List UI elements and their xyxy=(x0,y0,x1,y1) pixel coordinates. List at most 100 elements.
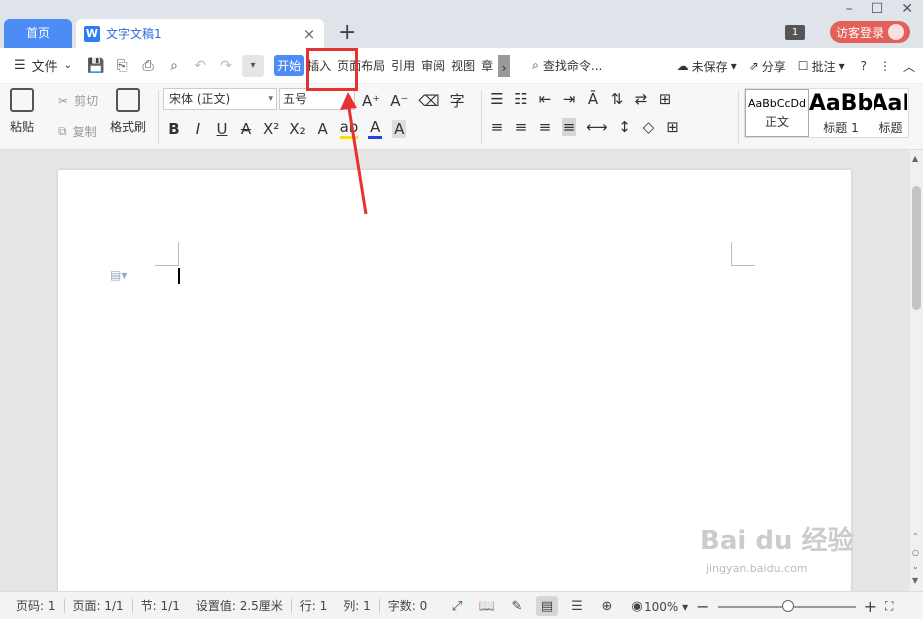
decrease-indent-icon[interactable]: ⇤ xyxy=(538,90,552,108)
zoom-out-icon[interactable]: − xyxy=(696,597,709,616)
distribute-icon[interactable]: ⟷ xyxy=(586,118,608,136)
style-sample: AaBb xyxy=(808,90,874,116)
page-count[interactable]: 页面: 1/1 xyxy=(65,597,132,614)
quick-access-toolbar: 💾 ⎘ ⎙ ⌕ ↶ ↷ ▾ xyxy=(86,54,265,77)
more-options-icon[interactable]: ⋮ xyxy=(879,59,891,73)
print-preview-icon[interactable]: ⌕ xyxy=(164,56,184,76)
print-icon[interactable]: ⎙ xyxy=(138,56,158,76)
maximize-icon[interactable]: ☐ xyxy=(871,0,884,18)
margin-marker xyxy=(731,242,755,266)
guest-login-button[interactable]: 访客登录 xyxy=(830,21,910,43)
scroll-up-icon[interactable]: ▲ xyxy=(912,154,918,163)
tab-chapter[interactable]: 章 xyxy=(478,55,496,76)
zoom-slider-knob[interactable] xyxy=(781,599,794,612)
superscript-icon[interactable]: X² xyxy=(263,120,279,138)
bullet-list-icon[interactable]: ☰ xyxy=(490,90,504,108)
justify-icon[interactable]: ≡ xyxy=(562,118,576,136)
cut-button[interactable]: ✂ 剪切 xyxy=(58,92,98,109)
align-right-icon[interactable]: ≡ xyxy=(538,118,552,136)
line-break-icon[interactable]: ⇄ xyxy=(634,90,648,108)
tab-home-ribbon[interactable]: 开始 xyxy=(274,55,305,76)
paste-button[interactable]: 粘贴 xyxy=(10,88,34,135)
right-menu: ☁ 未保存 ▾ ⇗ 分享 ☐ 批注 ▾ ? ⋮ ︿ xyxy=(677,48,915,84)
numbered-list-icon[interactable]: ☷ xyxy=(514,90,528,108)
comment-label: 批注 xyxy=(811,59,836,74)
collapse-ribbon-icon[interactable]: ︿ xyxy=(903,58,915,75)
unsaved-status[interactable]: ☁ 未保存 ▾ xyxy=(677,58,737,75)
tab-view[interactable]: 视图 xyxy=(448,55,478,76)
section-count[interactable]: 节: 1/1 xyxy=(133,597,188,614)
paragraph-menu-icon[interactable]: ▤▾ xyxy=(110,268,127,282)
scroll-thumb[interactable] xyxy=(912,186,921,310)
sort-icon[interactable]: ⇅ xyxy=(610,90,624,108)
paragraph-tools-top: ☰ ☷ ⇤ ⇥ Ā ⇅ ⇄ ⊞ xyxy=(490,90,672,108)
browse-object-icon[interactable]: ○ xyxy=(912,548,919,557)
web-view-icon[interactable]: ⊕ xyxy=(596,596,618,616)
customize-quick-access-icon[interactable]: ▾ xyxy=(242,54,265,77)
zoom-level[interactable]: 100% ▾ xyxy=(644,600,688,614)
next-page-icon[interactable]: ⌄ xyxy=(912,562,919,571)
zoom-slider[interactable] xyxy=(717,599,856,612)
new-tab-button[interactable]: + xyxy=(338,22,356,44)
text-effect-icon[interactable]: A xyxy=(316,120,330,138)
bold-icon[interactable]: B xyxy=(167,120,181,138)
style-heading-1[interactable]: AaBb 标题 1 xyxy=(809,89,873,137)
strikethrough-icon[interactable]: A xyxy=(239,120,253,138)
close-tab-icon[interactable]: × xyxy=(300,25,318,43)
copy-button[interactable]: ⧉ 复制 xyxy=(58,123,98,140)
undo-icon[interactable]: ↶ xyxy=(190,56,210,76)
close-window-icon[interactable]: ✕ xyxy=(901,0,913,18)
fit-page-icon[interactable]: ⛶ xyxy=(885,599,893,614)
fullscreen-icon[interactable]: ⤢ xyxy=(446,596,468,616)
redo-icon[interactable]: ↷ xyxy=(216,56,236,76)
tab-references[interactable]: 引用 xyxy=(388,55,418,76)
comment-button[interactable]: ☐ 批注 ▾ xyxy=(798,58,845,75)
italic-icon[interactable]: I xyxy=(191,120,205,138)
save-icon[interactable]: 💾 xyxy=(86,56,106,76)
font-family-select[interactable]: 宋体 (正文) ▾ xyxy=(163,88,277,110)
export-icon[interactable]: ⎘ xyxy=(112,56,132,76)
more-tabs-icon[interactable]: › xyxy=(498,54,511,77)
shading-icon[interactable]: ◇ xyxy=(642,118,656,136)
help-icon[interactable]: ? xyxy=(861,59,867,73)
subscript-icon[interactable]: X₂ xyxy=(289,120,305,138)
clear-format-icon[interactable]: ⌫ xyxy=(418,92,439,110)
shrink-font-icon[interactable]: A⁻ xyxy=(390,92,408,110)
style-normal[interactable]: AaBbCcDd 正文 xyxy=(745,89,809,137)
tab-home[interactable]: 首页 xyxy=(4,19,72,48)
tab-document[interactable]: W 文字文稿1 × xyxy=(76,19,324,48)
align-center-icon[interactable]: ≡ xyxy=(514,118,528,136)
reading-mode-icon[interactable]: 📖 xyxy=(476,596,498,616)
font-family-value: 宋体 (正文) xyxy=(169,92,231,106)
command-search[interactable]: ⌕ 查找命令... xyxy=(532,57,602,74)
vertical-scrollbar[interactable]: ▲ ⌃ ○ ⌄ ▼ xyxy=(910,150,923,591)
prev-page-icon[interactable]: ⌃ xyxy=(912,532,919,541)
scroll-down-icon[interactable]: ▼ xyxy=(912,576,918,585)
increase-indent-icon[interactable]: ⇥ xyxy=(562,90,576,108)
setting-value[interactable]: 设置值: 2.5厘米 xyxy=(188,597,291,614)
writer-doc-icon: W xyxy=(84,25,100,42)
minimize-icon[interactable]: – xyxy=(846,0,853,18)
style-title[interactable]: AaI 标题 xyxy=(873,89,908,137)
phonetic-guide-icon[interactable]: 字 xyxy=(450,90,465,111)
zoom-in-icon[interactable]: + xyxy=(864,597,877,616)
underline-icon[interactable]: U xyxy=(215,120,229,138)
text-direction-icon[interactable]: Ā xyxy=(586,90,600,108)
table-icon[interactable]: ⊞ xyxy=(658,90,672,108)
share-button[interactable]: ⇗ 分享 xyxy=(749,58,786,75)
tab-review[interactable]: 审阅 xyxy=(418,55,448,76)
align-left-icon[interactable]: ≡ xyxy=(490,118,504,136)
paragraph-tools-bottom: ≡ ≡ ≡ ≡ ⟷ ↕ ◇ ⊞ xyxy=(490,118,680,136)
edit-mode-icon[interactable]: ✎ xyxy=(506,596,528,616)
notification-badge[interactable]: 1 xyxy=(785,25,805,40)
file-menu[interactable]: ☰ 文件 ⌄ xyxy=(14,56,72,75)
clipboard-group: 粘贴 xyxy=(10,88,34,146)
format-painter-button[interactable]: 格式刷 xyxy=(110,88,146,135)
page-number[interactable]: 页码: 1 xyxy=(8,597,64,614)
char-shading-icon[interactable]: A xyxy=(392,119,407,138)
page-view-icon[interactable]: ▤ xyxy=(536,596,558,616)
outline-view-icon[interactable]: ☰ xyxy=(566,596,588,616)
borders-icon[interactable]: ⊞ xyxy=(666,118,680,136)
line-spacing-icon[interactable]: ↕ xyxy=(618,118,632,136)
word-count[interactable]: 字数: 0 xyxy=(380,597,436,614)
